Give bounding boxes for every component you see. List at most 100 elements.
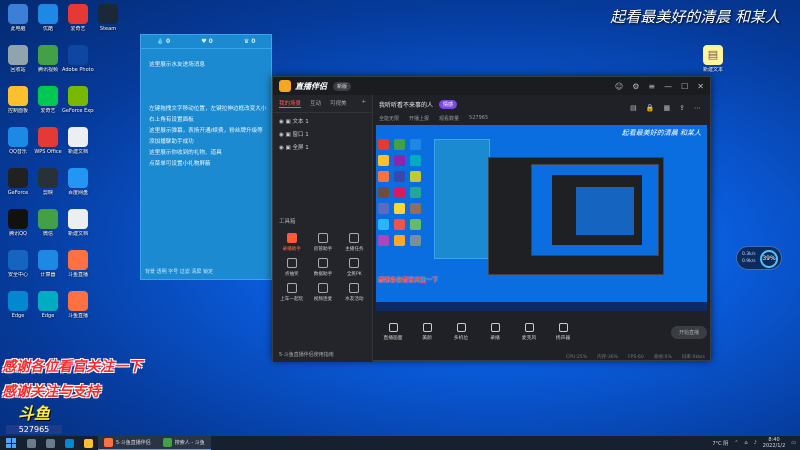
task-view-icon[interactable] (46, 438, 55, 448)
desktop-icon[interactable]: 控制面板 (2, 86, 34, 126)
taskbar-app-streaming[interactable]: 5·斗鱼直播伴侣 (98, 436, 157, 450)
control-camera[interactable]: 多机位 (445, 323, 477, 341)
preview-app-icon (410, 235, 421, 246)
minimize-icon[interactable]: — (664, 82, 672, 91)
camera-icon (456, 323, 466, 332)
tab-interact[interactable]: 互动 (310, 99, 321, 108)
edge-icon[interactable] (65, 438, 74, 448)
desktop-icon[interactable]: 斗鱼直播 (62, 250, 94, 290)
file-explorer-icon[interactable] (84, 438, 93, 448)
desktop-icon[interactable]: Adobe Photoshop (62, 45, 94, 85)
control-beauty[interactable]: 美颜 (411, 323, 443, 341)
streaming-app-window[interactable]: 直播伴侣 新版 ☺ ⚙ ≡ — ☐ ✕ 我的场景 互动 可视美 + ◉ ▣ 文本… (272, 76, 711, 362)
stream-title[interactable]: 我听听看不来事的人 (379, 100, 433, 109)
desktop-icon[interactable]: GeForce (2, 168, 34, 208)
network-icon[interactable]: ⌂ (744, 440, 747, 446)
search-icon[interactable] (27, 438, 36, 448)
grid-icon[interactable]: ▦ (664, 104, 671, 112)
control-panel-icon (8, 86, 28, 106)
tool-task[interactable]: 主播任务 (340, 233, 369, 252)
left-panel: 我的场景 互动 可视美 + ◉ ▣ 文本 1 ◉ ▣ 窗口 1 ◉ ▣ 全屏 1… (273, 95, 373, 362)
desktop-icon[interactable]: Steam (92, 4, 124, 44)
weather-readout[interactable]: 7°C 阴 (712, 440, 728, 447)
source-item[interactable]: ◉ ▣ 全屏 1 (279, 142, 366, 155)
control-record[interactable]: 录播 (479, 323, 511, 341)
desktop-icon[interactable]: GeForce Experience (62, 86, 94, 126)
taskbar-app-browser[interactable]: 搜索人 - 斗鱼 (156, 436, 211, 450)
preview-nested-window (552, 175, 642, 245)
desktop-icon[interactable]: Edge (2, 291, 34, 331)
close-icon[interactable]: ✕ (697, 82, 704, 91)
preview-app-icon (394, 203, 405, 214)
preview-app-icon (394, 171, 405, 182)
desktop-icon[interactable]: WPS Office (32, 127, 64, 167)
tool-label: 水友活动 (345, 297, 364, 302)
capcut-icon (38, 168, 58, 188)
layout-icon[interactable]: ▤ (630, 104, 637, 112)
douyu-room-badge: 斗鱼 527965 (6, 400, 62, 438)
desktop-icon[interactable]: QQ音乐 (2, 127, 34, 167)
tool-admin[interactable]: 房管助手 (308, 233, 337, 252)
tool-data[interactable]: 数据助手 (308, 258, 337, 277)
notification-icon[interactable]: ▭ (791, 440, 796, 446)
control-speaker[interactable]: 扬声器 (547, 323, 579, 341)
start-stream-button[interactable]: 开始直播 (670, 325, 707, 339)
version-badge[interactable]: 新版 (333, 81, 352, 91)
more-icon[interactable]: ⋯ (694, 104, 701, 112)
desktop-icon[interactable]: 腾讯视频 (32, 45, 64, 85)
desktop-icon-label: 新建文档 (67, 149, 88, 155)
desktop-icon[interactable]: 优酷 (32, 4, 64, 44)
tool-pk[interactable]: 全民PK (340, 258, 369, 277)
tab-visual[interactable]: 可视美 (330, 99, 347, 108)
desktop-icon[interactable]: 爱奇艺 (62, 4, 94, 44)
category-badge[interactable]: 情感 (439, 99, 458, 109)
tool-mic-link[interactable]: 视频连麦 (308, 283, 337, 302)
settings-icon[interactable]: ⚙ (632, 82, 639, 91)
qq-icon (8, 209, 28, 229)
chat-overlay-window[interactable]: 💧 0 ♥ 0 ♛ 0 这里展示水友进场消息 左键拖拽文字移动位置，左键拉伸边框改… (140, 34, 272, 280)
tool-carpool[interactable]: 上车一起玩 (277, 283, 306, 302)
desktop-icon[interactable]: Edge (32, 291, 64, 331)
volume-icon[interactable]: ♪ (754, 440, 757, 446)
windows-start-icon[interactable] (6, 438, 16, 448)
desktop-icon[interactable]: 此电脑 (2, 4, 34, 44)
source-item[interactable]: ◉ ▣ 文本 1 (279, 116, 366, 129)
share-icon[interactable]: ⇪ (679, 104, 685, 112)
desktop-icon[interactable]: 剪映 (32, 168, 64, 208)
desktop-icon[interactable]: 腾讯QQ (2, 209, 34, 249)
desktop-icon[interactable]: 百度网盘 (62, 168, 94, 208)
event-icon (349, 283, 360, 293)
clock[interactable]: 8:40 2022/1/2 (763, 437, 785, 449)
control-microphone[interactable]: 麦克风 (513, 323, 545, 341)
desktop-icon[interactable]: 新建文档 (62, 127, 94, 167)
desktop-icon[interactable]: 新建文档 (62, 209, 94, 249)
lottery-icon (286, 258, 297, 268)
chevron-up-icon[interactable]: ⌃ (734, 440, 738, 446)
desktop-icon[interactable]: 爱奇艺 (32, 86, 64, 126)
maximize-icon[interactable]: ☐ (681, 82, 688, 91)
network-widget[interactable]: 0.3k/s 0.9k/s 39% (736, 246, 782, 270)
app-logo: 直播伴侣 (279, 80, 327, 92)
source-item[interactable]: ◉ ▣ 窗口 1 (279, 129, 366, 142)
control-screen[interactable]: 直播画面 (377, 323, 409, 341)
tool-record[interactable]: 录播助手 (277, 233, 306, 252)
tool-event[interactable]: 水友活动 (340, 283, 369, 302)
guide-link[interactable]: 5·斗鱼直播伴侣使用指南 (279, 351, 334, 358)
lock-icon[interactable]: 🔒 (646, 104, 655, 112)
preview-app-icon (378, 187, 389, 198)
chat-footer[interactable]: 背景 透明 字号 过滤 清屏 锁定 (145, 268, 213, 275)
desktop-icon[interactable]: 安全中心 (2, 250, 34, 290)
add-tab-icon[interactable]: + (361, 99, 366, 108)
preview-app-icon (410, 139, 421, 150)
desktop-icon[interactable]: 回收站 (2, 45, 34, 85)
record-icon (286, 233, 297, 243)
desktop-icon[interactable]: 斗鱼直播 (62, 291, 94, 331)
taskbar-app-label: 搜索人 - 斗鱼 (174, 440, 205, 446)
tool-lottery[interactable]: 点抽奖 (277, 258, 306, 277)
desktop-icon[interactable]: 微信 (32, 209, 64, 249)
tab-scene[interactable]: 我的场景 (279, 99, 302, 108)
stream-preview[interactable]: 起看最美好的清晨 和某人 感谢各位看官关注一下 (376, 125, 707, 311)
user-icon[interactable]: ☺ (615, 82, 623, 91)
desktop-icon[interactable]: 计算器 (32, 250, 64, 290)
menu-icon[interactable]: ≡ (648, 82, 655, 91)
